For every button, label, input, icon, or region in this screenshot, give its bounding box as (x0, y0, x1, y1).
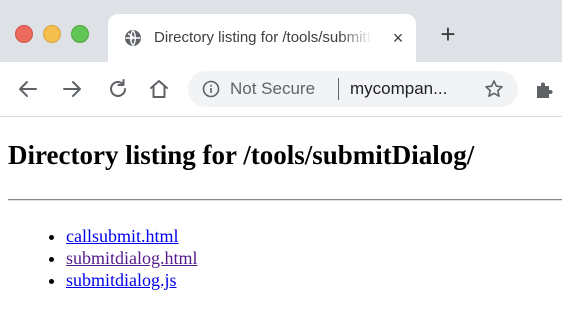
file-list: callsubmit.html submitdialog.html submit… (0, 225, 198, 291)
file-link-submitdialog-js[interactable]: submitdialog.js (66, 270, 177, 290)
info-icon[interactable] (202, 80, 220, 98)
arrow-left-icon[interactable] (16, 77, 40, 101)
address-separator (338, 78, 339, 100)
list-item: submitdialog.html (66, 247, 198, 269)
list-item: submitdialog.js (66, 269, 198, 291)
reload-icon[interactable] (106, 77, 130, 101)
list-item: callsubmit.html (66, 225, 198, 247)
new-tab-button[interactable]: + (436, 21, 460, 47)
window-close-button[interactable] (15, 25, 33, 43)
horizontal-rule (8, 199, 562, 201)
puzzle-icon[interactable] (534, 79, 556, 101)
window-maximize-button[interactable] (71, 25, 89, 43)
security-status[interactable]: Not Secure (230, 79, 315, 99)
url-text[interactable]: mycompan... (350, 79, 447, 99)
page-title: Directory listing for /tools/submitDialo… (8, 140, 475, 170)
arrow-right-icon[interactable] (60, 77, 84, 101)
page-content: Directory listing for /tools/submitDialo… (0, 117, 562, 316)
file-link-callsubmit[interactable]: callsubmit.html (66, 226, 179, 246)
file-link-submitdialog-html[interactable]: submitdialog.html (66, 248, 198, 268)
browser-tab[interactable]: Directory listing for /tools/submitDialo… (108, 14, 416, 62)
browser-toolbar: Not Secure mycompan... (0, 62, 562, 117)
window-minimize-button[interactable] (43, 25, 61, 43)
address-bar[interactable]: Not Secure mycompan... (188, 71, 518, 107)
tab-close-button[interactable]: × (388, 28, 408, 48)
star-icon[interactable] (484, 79, 504, 99)
home-icon[interactable] (147, 77, 171, 101)
tab-strip: Directory listing for /tools/submitDialo… (0, 0, 562, 62)
tab-title: Directory listing for /tools/submitDialo… (154, 29, 372, 46)
globe-icon (124, 29, 142, 47)
